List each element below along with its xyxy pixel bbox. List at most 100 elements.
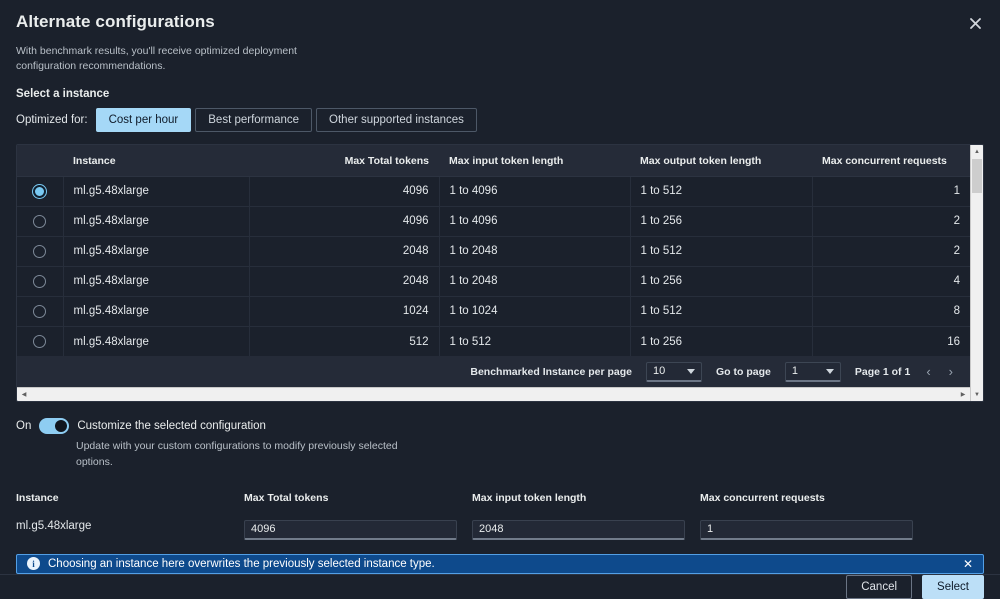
customize-toggle-description: Update with your custom configurations t…	[76, 439, 406, 469]
customize-toggle-title: Customize the selected configuration	[77, 420, 266, 432]
cell-max-output-token-length: 1 to 256	[630, 326, 812, 356]
radio-button[interactable]	[33, 335, 46, 348]
modal-subtitle: With benchmark results, you'll receive o…	[16, 44, 316, 74]
scroll-down-icon[interactable]: ▼	[971, 388, 983, 401]
cell-max-total-tokens: 4096	[249, 206, 439, 236]
max-input-token-length-input[interactable]	[472, 520, 685, 540]
cell-max-output-token-length: 1 to 512	[630, 296, 812, 326]
cell-max-output-token-length: 1 to 256	[630, 206, 812, 236]
chevron-down-icon	[687, 369, 695, 374]
customize-toggle[interactable]	[39, 418, 69, 434]
row-radio-cell[interactable]	[17, 176, 63, 206]
row-radio-cell[interactable]	[17, 236, 63, 266]
cell-max-concurrent-requests: 2	[812, 236, 970, 266]
vertical-scroll-thumb[interactable]	[972, 159, 982, 193]
go-to-page-select[interactable]: 1	[785, 362, 841, 382]
cell-max-total-tokens: 2048	[249, 236, 439, 266]
modal-footer: Cancel Select	[0, 574, 1000, 599]
cell-max-output-token-length: 1 to 512	[630, 236, 812, 266]
configurations-table-container: ▲ ▼ Instance Max Total tokens Max input …	[16, 144, 984, 402]
cell-max-total-tokens: 512	[249, 326, 439, 356]
form-value-instance: ml.g5.48xlarge	[16, 520, 244, 540]
segment-other-supported-instances[interactable]: Other supported instances	[316, 108, 477, 132]
row-radio-cell[interactable]	[17, 326, 63, 356]
cancel-button[interactable]: Cancel	[846, 575, 912, 599]
form-field-max-total-tokens	[244, 520, 472, 540]
cell-max-concurrent-requests: 1	[812, 176, 970, 206]
banner-close-icon[interactable]: ✕	[963, 557, 973, 571]
page-title: Alternate configurations	[16, 12, 984, 32]
toggle-knob	[55, 420, 67, 432]
segment-cost-per-hour[interactable]: Cost per hour	[96, 108, 192, 132]
cell-max-concurrent-requests: 8	[812, 296, 970, 326]
table-header-max-output-token-length: Max output token length	[630, 145, 812, 176]
table-header-instance: Instance	[63, 145, 249, 176]
table-row[interactable]: ml.g5.48xlarge 512 1 to 512 1 to 256 16	[17, 326, 970, 356]
scroll-right-icon[interactable]: ▶	[956, 388, 970, 401]
cell-max-concurrent-requests: 16	[812, 326, 970, 356]
table-horizontal-scrollbar[interactable]: ◀ ▶	[17, 387, 970, 401]
row-radio-cell[interactable]	[17, 296, 63, 326]
max-concurrent-requests-input[interactable]	[700, 520, 913, 540]
cell-max-output-token-length: 1 to 256	[630, 266, 812, 296]
segment-best-performance[interactable]: Best performance	[195, 108, 312, 132]
table-row[interactable]: ml.g5.48xlarge 4096 1 to 4096 1 to 512 1	[17, 176, 970, 206]
radio-button[interactable]	[33, 215, 46, 228]
table-row[interactable]: ml.g5.48xlarge 1024 1 to 1024 1 to 512 8	[17, 296, 970, 326]
table-vertical-scrollbar[interactable]: ▲ ▼	[970, 145, 983, 401]
cell-instance: ml.g5.48xlarge	[63, 176, 249, 206]
cell-instance: ml.g5.48xlarge	[63, 326, 249, 356]
modal-body: With benchmark results, you'll receive o…	[0, 32, 1000, 540]
table-row[interactable]: ml.g5.48xlarge 2048 1 to 2048 1 to 256 4	[17, 266, 970, 296]
chevron-right-icon[interactable]: ›	[947, 364, 955, 379]
per-page-select[interactable]: 10	[646, 362, 702, 382]
page-info-text: Page 1 of 1	[855, 366, 910, 378]
table-header-max-total-tokens: Max Total tokens	[249, 145, 439, 176]
form-label-instance: Instance	[16, 492, 244, 520]
info-banner: i Choosing an instance here overwrites t…	[16, 554, 984, 574]
row-radio-cell[interactable]	[17, 266, 63, 296]
radio-button[interactable]	[33, 275, 46, 288]
cell-instance: ml.g5.48xlarge	[63, 266, 249, 296]
customize-toggle-row: On Customize the selected configuration	[16, 418, 984, 434]
cell-max-total-tokens: 2048	[249, 266, 439, 296]
go-to-page-label: Go to page	[716, 366, 771, 378]
radio-button-selected[interactable]	[33, 185, 46, 198]
cell-instance: ml.g5.48xlarge	[63, 206, 249, 236]
optimized-for-segmented-control: Cost per hour Best performance Other sup…	[96, 108, 477, 132]
row-radio-cell[interactable]	[17, 206, 63, 236]
max-total-tokens-input[interactable]	[244, 520, 457, 540]
cell-max-total-tokens: 1024	[249, 296, 439, 326]
table-header-max-input-token-length: Max input token length	[439, 145, 630, 176]
cell-max-output-token-length: 1 to 512	[630, 176, 812, 206]
cell-max-input-token-length: 1 to 4096	[439, 206, 630, 236]
cell-max-concurrent-requests: 2	[812, 206, 970, 236]
form-label-max-total-tokens: Max Total tokens	[244, 492, 472, 520]
cell-max-input-token-length: 1 to 512	[439, 326, 630, 356]
configurations-table: Instance Max Total tokens Max input toke…	[17, 145, 970, 356]
form-field-max-input-token-length	[472, 520, 700, 540]
cell-max-input-token-length: 1 to 2048	[439, 236, 630, 266]
info-banner-message: Choosing an instance here overwrites the…	[48, 558, 435, 570]
scroll-up-icon[interactable]: ▲	[971, 145, 983, 158]
radio-button[interactable]	[33, 305, 46, 318]
cell-instance: ml.g5.48xlarge	[63, 236, 249, 266]
per-page-value: 10	[653, 365, 665, 377]
form-field-max-concurrent-requests	[700, 520, 928, 540]
table-row[interactable]: ml.g5.48xlarge 4096 1 to 4096 1 to 256 2	[17, 206, 970, 236]
cell-max-input-token-length: 1 to 1024	[439, 296, 630, 326]
scroll-left-icon[interactable]: ◀	[17, 388, 31, 401]
cell-max-concurrent-requests: 4	[812, 266, 970, 296]
select-button[interactable]: Select	[922, 575, 984, 599]
radio-button[interactable]	[33, 245, 46, 258]
close-icon[interactable]	[962, 10, 988, 36]
info-icon: i	[27, 557, 40, 570]
table-body: ml.g5.48xlarge 4096 1 to 4096 1 to 512 1…	[17, 176, 970, 356]
chevron-left-icon[interactable]: ‹	[924, 364, 932, 379]
go-to-page-value: 1	[792, 365, 798, 377]
cell-max-total-tokens: 4096	[249, 176, 439, 206]
cell-max-input-token-length: 1 to 2048	[439, 266, 630, 296]
horizontal-scroll-thumb[interactable]	[31, 389, 591, 400]
table-header-row: Instance Max Total tokens Max input toke…	[17, 145, 970, 176]
table-row[interactable]: ml.g5.48xlarge 2048 1 to 2048 1 to 512 2	[17, 236, 970, 266]
